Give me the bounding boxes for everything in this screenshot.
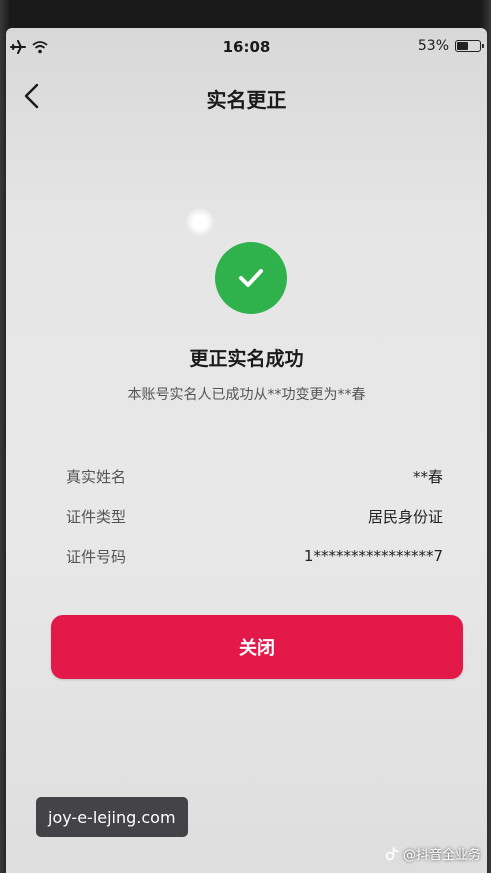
watermark-author-text: @抖音全业务: [402, 848, 481, 863]
battery-icon: [455, 40, 484, 52]
battery-percent: 53%: [417, 38, 449, 54]
status-bar: 16:08 53%: [6, 28, 487, 64]
battery-fill: [457, 42, 469, 50]
info-row-id-number: 证件号码 1****************7: [66, 536, 443, 576]
info-row-name: 真实姓名 **春: [66, 456, 443, 496]
info-value: 居民身份证: [367, 507, 443, 526]
page-title: 实名更正: [206, 88, 287, 112]
nav-bar: 实名更正: [6, 72, 487, 118]
douyin-logo-icon: [385, 846, 399, 860]
info-label: 证件类型: [66, 507, 127, 526]
close-button[interactable]: 关闭: [51, 615, 463, 679]
watermark-author: @抖音全业务: [385, 844, 481, 863]
status-right: 53%: [417, 38, 484, 54]
info-value: **春: [412, 467, 443, 486]
screen-glare: [186, 208, 214, 236]
result-title: 更正实名成功: [189, 348, 304, 370]
info-list: 真实姓名 **春 证件类型 居民身份证 证件号码 1**************…: [66, 456, 443, 576]
phone-frame: 16:08 53% 实名更正 更正实名成功 本账号实名人已成功从**功变更为**…: [0, 0, 491, 873]
app-screen: 16:08 53% 实名更正 更正实名成功 本账号实名人已成功从**功变更为**…: [6, 28, 487, 873]
result-description: 本账号实名人已成功从**功变更为**春: [127, 387, 366, 403]
info-row-id-type: 证件类型 居民身份证: [66, 496, 443, 536]
watermark-site: joy-e-lejing.com: [36, 797, 188, 837]
checkmark-icon: [239, 269, 263, 287]
success-badge: [215, 242, 287, 314]
status-time: 16:08: [222, 38, 271, 56]
info-label: 证件号码: [66, 547, 127, 566]
info-label: 真实姓名: [66, 467, 127, 486]
info-value: 1****************7: [303, 547, 443, 565]
